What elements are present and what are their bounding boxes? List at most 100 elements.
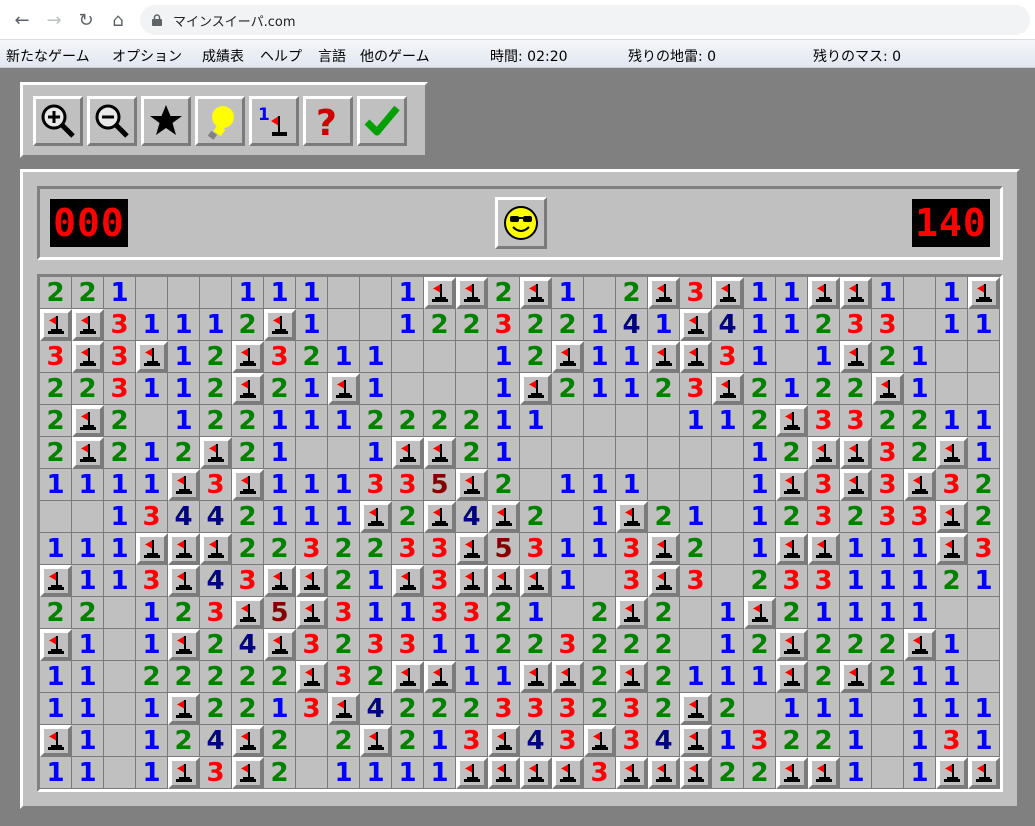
flagged-cell[interactable] [232,341,264,373]
flagged-cell[interactable] [168,757,200,789]
number-cell[interactable]: 2 [232,405,264,437]
number-cell[interactable]: 2 [872,341,904,373]
flagged-cell[interactable] [808,533,840,565]
number-cell[interactable]: 1 [40,533,72,565]
number-cell[interactable]: 2 [616,629,648,661]
number-cell[interactable]: 2 [584,693,616,725]
empty-cell[interactable] [936,341,968,373]
number-cell[interactable]: 2 [648,629,680,661]
forward-icon[interactable]: → [42,8,66,32]
number-cell[interactable]: 2 [744,405,776,437]
number-cell[interactable]: 1 [168,373,200,405]
number-cell[interactable]: 1 [648,309,680,341]
number-cell[interactable]: 3 [520,693,552,725]
number-cell[interactable]: 1 [840,725,872,757]
flagged-cell[interactable] [648,277,680,309]
number-cell[interactable]: 3 [392,629,424,661]
flagged-cell[interactable] [872,373,904,405]
flagged-cell[interactable] [616,661,648,693]
empty-cell[interactable] [424,341,456,373]
number-cell[interactable]: 1 [520,405,552,437]
number-cell[interactable]: 3 [296,533,328,565]
flagged-cell[interactable] [776,405,808,437]
number-cell[interactable]: 2 [744,565,776,597]
flagged-cell[interactable] [360,501,392,533]
number-cell[interactable]: 1 [136,437,168,469]
empty-cell[interactable] [776,341,808,373]
number-cell[interactable]: 1 [808,597,840,629]
number-cell[interactable]: 3 [872,309,904,341]
number-cell[interactable]: 2 [776,501,808,533]
flagged-cell[interactable] [456,565,488,597]
number-cell[interactable]: 3 [40,341,72,373]
empty-cell[interactable] [584,405,616,437]
flagged-cell[interactable] [744,597,776,629]
empty-cell[interactable] [968,661,1000,693]
number-cell[interactable]: 1 [392,309,424,341]
flagged-cell[interactable] [840,661,872,693]
number-cell[interactable]: 1 [72,661,104,693]
number-cell[interactable]: 2 [168,437,200,469]
number-cell[interactable]: 2 [616,277,648,309]
flagged-cell[interactable] [488,565,520,597]
number-cell[interactable]: 1 [744,661,776,693]
number-cell[interactable]: 1 [104,565,136,597]
number-cell[interactable]: 3 [680,277,712,309]
flagged-cell[interactable] [456,757,488,789]
number-cell[interactable]: 1 [456,629,488,661]
number-cell[interactable]: 1 [744,309,776,341]
empty-cell[interactable] [104,597,136,629]
number-cell[interactable]: 1 [232,277,264,309]
zoom-out-button[interactable] [87,96,137,146]
empty-cell[interactable] [72,501,104,533]
number-cell[interactable]: 1 [264,405,296,437]
number-cell[interactable]: 2 [488,469,520,501]
number-cell[interactable]: 2 [808,373,840,405]
number-cell[interactable]: 2 [232,437,264,469]
number-cell[interactable]: 5 [424,469,456,501]
number-cell[interactable]: 3 [776,565,808,597]
menu-other-games[interactable]: 他のゲーム [360,46,430,66]
number-cell[interactable]: 1 [584,469,616,501]
number-cell[interactable]: 2 [328,533,360,565]
number-cell[interactable]: 1 [904,597,936,629]
empty-cell[interactable] [616,437,648,469]
empty-cell[interactable] [104,757,136,789]
number-cell[interactable]: 1 [584,373,616,405]
number-cell[interactable]: 4 [360,693,392,725]
number-cell[interactable]: 3 [424,597,456,629]
flagged-cell[interactable] [840,277,872,309]
number-cell[interactable]: 1 [616,373,648,405]
number-cell[interactable]: 1 [72,725,104,757]
empty-cell[interactable] [360,277,392,309]
number-cell[interactable]: 1 [744,341,776,373]
number-cell[interactable]: 1 [904,693,936,725]
number-cell[interactable]: 2 [808,661,840,693]
number-cell[interactable]: 1 [904,565,936,597]
number-cell[interactable]: 1 [328,757,360,789]
number-cell[interactable]: 2 [648,661,680,693]
number-cell[interactable]: 2 [872,629,904,661]
empty-cell[interactable] [968,373,1000,405]
number-cell[interactable]: 3 [456,597,488,629]
number-cell[interactable]: 1 [136,629,168,661]
number-cell[interactable]: 1 [936,693,968,725]
number-cell[interactable]: 2 [360,405,392,437]
flagged-cell[interactable] [680,693,712,725]
number-cell[interactable]: 2 [200,693,232,725]
number-cell[interactable]: 3 [840,405,872,437]
number-cell[interactable]: 2 [360,661,392,693]
flagged-cell[interactable] [40,629,72,661]
number-cell[interactable]: 1 [104,533,136,565]
number-cell[interactable]: 3 [616,565,648,597]
number-cell[interactable]: 1 [424,757,456,789]
number-cell[interactable]: 1 [968,405,1000,437]
number-cell[interactable]: 2 [424,693,456,725]
number-cell[interactable]: 1 [904,533,936,565]
empty-cell[interactable] [648,469,680,501]
number-cell[interactable]: 2 [456,405,488,437]
number-cell[interactable]: 2 [264,373,296,405]
number-cell[interactable]: 1 [968,437,1000,469]
number-cell[interactable]: 1 [552,277,584,309]
help-button[interactable]: ? [303,96,353,146]
